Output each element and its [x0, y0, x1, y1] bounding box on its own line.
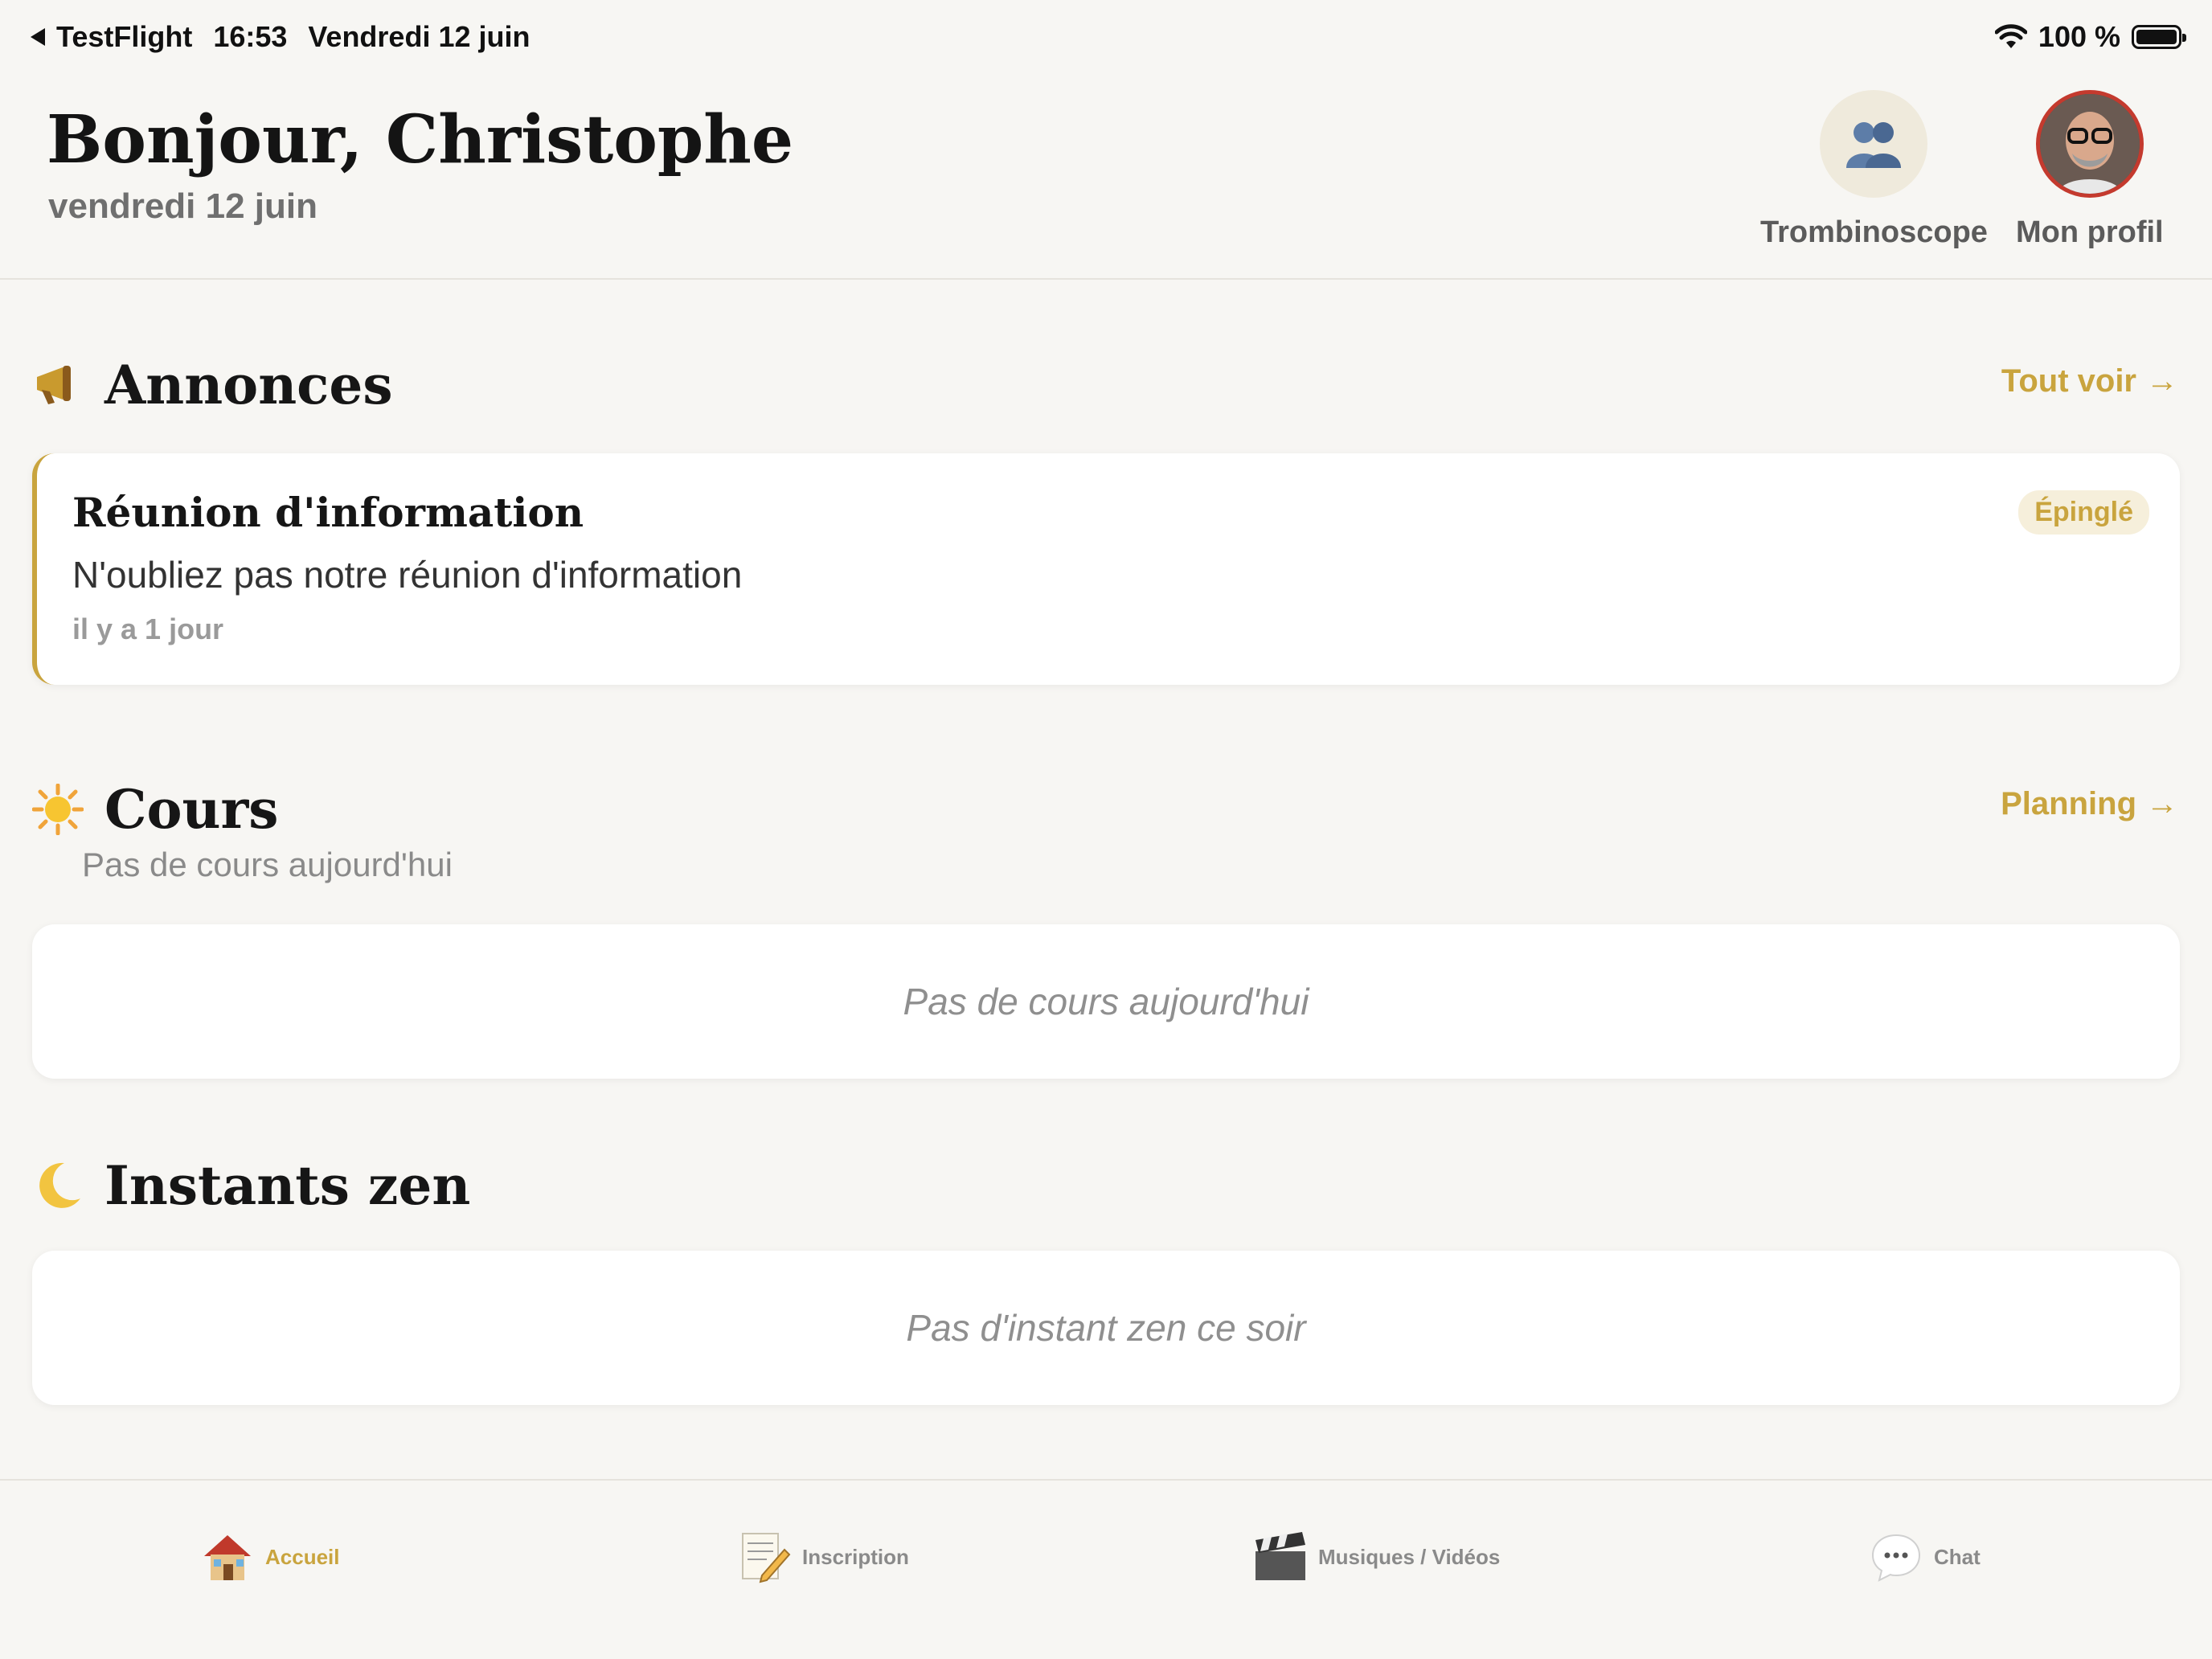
cours-empty-card: Pas de cours aujourd'hui — [32, 924, 2180, 1079]
chat-bubble-icon — [1868, 1529, 1924, 1585]
back-to-app-button[interactable]: TestFlight — [31, 20, 192, 54]
zen-title: Instants zen — [104, 1154, 471, 1217]
announcement-body: N'oubliez pas notre réunion d'informatio… — [72, 554, 743, 596]
pinned-badge: Épinglé — [2018, 490, 2149, 535]
arrow-right-icon: → — [2146, 786, 2178, 821]
tab-chat[interactable]: Chat — [1868, 1529, 1981, 1585]
zen-empty-card: Pas d'instant zen ce soir — [32, 1251, 2180, 1405]
zen-empty-text: Pas d'instant zen ce soir — [906, 1307, 1306, 1349]
home-screen: TestFlight 16:53 Vendredi 12 juin 100 % … — [0, 0, 2212, 1659]
header-date: vendredi 12 juin — [48, 186, 317, 226]
tab-musiques-label: Musiques / Vidéos — [1318, 1544, 1501, 1569]
see-all-link[interactable]: Tout voir → — [2001, 363, 2178, 399]
planning-link[interactable]: Planning → — [2001, 786, 2178, 822]
clapper-icon — [1252, 1529, 1309, 1585]
crescent-moon-icon — [32, 1160, 84, 1211]
tab-bar: Accueil Inscription Musiques / Vidéos Ch… — [0, 1479, 2212, 1659]
trombinoscope-button[interactable]: Trombinoscope — [1760, 90, 1988, 250]
annonces-header: Annonces — [32, 354, 393, 416]
battery-percent: 100 % — [2038, 20, 2120, 53]
greeting-title: Bonjour, Christophe — [47, 101, 794, 178]
tab-chat-label: Chat — [1934, 1544, 1981, 1569]
battery-icon — [2132, 25, 2186, 49]
user-photo-icon — [2039, 94, 2140, 194]
tab-musiques-videos[interactable]: Musiques / Vidéos — [1252, 1529, 1500, 1585]
house-icon — [199, 1529, 256, 1585]
back-app-label: TestFlight — [56, 20, 193, 53]
annonces-title: Annonces — [104, 354, 393, 416]
status-time: 16:53 — [213, 20, 288, 53]
profile-label: Mon profil — [2016, 215, 2164, 249]
status-right: 100 % — [1994, 20, 2186, 54]
avatar — [2035, 90, 2144, 198]
status-bar: TestFlight 16:53 Vendredi 12 juin 100 % — [31, 14, 2186, 59]
profile-button[interactable]: Mon profil — [2016, 90, 2164, 250]
trombinoscope-circle — [1820, 90, 1928, 198]
trombinoscope-label: Trombinoscope — [1760, 215, 1988, 249]
tab-accueil[interactable]: Accueil — [199, 1529, 340, 1585]
zen-header: Instants zen — [32, 1154, 470, 1217]
announcement-card[interactable]: Réunion d'information Épinglé N'oubliez … — [32, 453, 2180, 685]
status-left: TestFlight 16:53 Vendredi 12 juin — [31, 20, 530, 54]
announcement-title: Réunion d'information — [72, 489, 584, 536]
wifi-icon — [1994, 24, 2027, 48]
tab-accueil-label: Accueil — [265, 1544, 340, 1569]
status-date: Vendredi 12 juin — [308, 20, 530, 53]
tab-inscription-label: Inscription — [802, 1544, 909, 1569]
header: Bonjour, Christophe vendredi 12 juin Tro… — [0, 77, 2212, 280]
people-icon — [1846, 122, 1902, 168]
cours-header: Cours — [32, 778, 278, 841]
arrow-right-icon: → — [2146, 363, 2178, 399]
planning-label: Planning — [2001, 786, 2136, 821]
cours-subtitle: Pas de cours aujourd'hui — [82, 846, 453, 883]
tab-inscription[interactable]: Inscription — [736, 1529, 909, 1585]
see-all-label: Tout voir — [2001, 363, 2136, 399]
megaphone-icon — [32, 359, 84, 411]
announcement-time: il y a 1 jour — [72, 612, 224, 645]
back-arrow-icon — [31, 28, 45, 46]
sun-icon — [32, 784, 84, 835]
cours-title: Cours — [104, 778, 279, 841]
cours-empty-text: Pas de cours aujourd'hui — [903, 981, 1309, 1022]
memo-icon — [736, 1529, 793, 1585]
